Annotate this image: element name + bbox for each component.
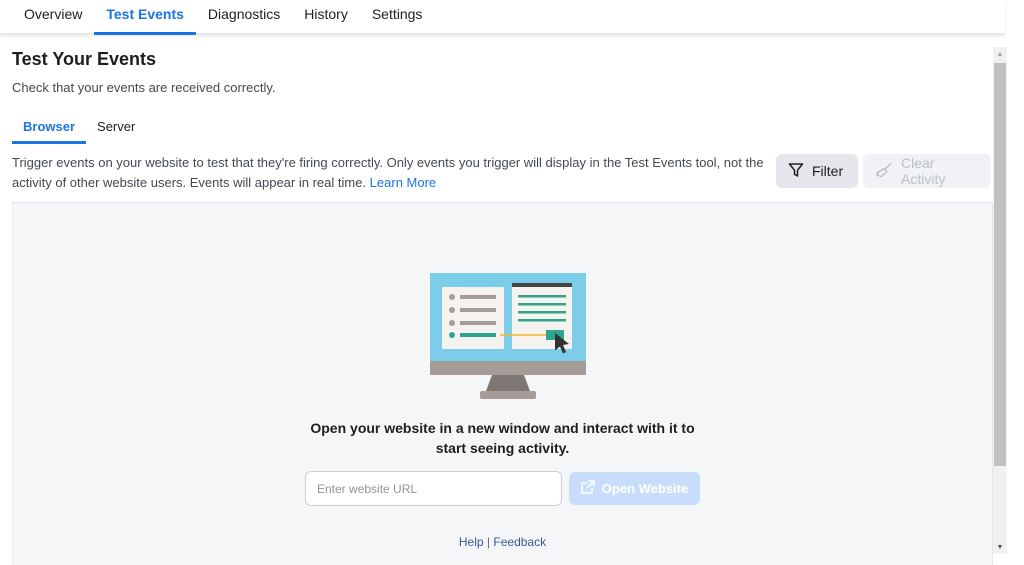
tab-test-events[interactable]: Test Events [94, 0, 196, 35]
external-link-icon [581, 480, 595, 497]
tab-browser[interactable]: Browser [12, 114, 87, 144]
description: Trigger events on your website to test t… [12, 153, 774, 193]
clear-activity-label: Clear Activity [901, 155, 946, 187]
website-url-input[interactable] [305, 471, 562, 506]
tab-server[interactable]: Server [86, 114, 146, 144]
open-website-button[interactable]: Open Website [569, 472, 700, 505]
filter-funnel-icon [788, 162, 804, 181]
footer-separator: | [486, 535, 491, 549]
filter-button[interactable]: Filter [776, 154, 858, 188]
empty-state-line-1: Open your website in a new window and in… [310, 420, 695, 436]
scroll-up-icon[interactable]: ▲ [993, 47, 1007, 61]
test-events-content: Test Your Events Check that your events … [0, 36, 993, 565]
filter-label: Filter [812, 163, 844, 179]
tab-diagnostics[interactable]: Diagnostics [196, 0, 292, 34]
empty-state-line-2: start seeing activity. [435, 440, 570, 456]
computer-illustration [430, 273, 586, 399]
page-subtitle: Check that your events are received corr… [12, 80, 276, 95]
tab-history[interactable]: History [292, 0, 360, 34]
help-link[interactable]: Help [459, 535, 484, 549]
tab-overview[interactable]: Overview [12, 0, 94, 34]
clear-activity-button[interactable]: Clear Activity [863, 154, 991, 188]
empty-state-message: Open your website in a new window and in… [13, 418, 992, 458]
top-tab-bar: Overview Test Events Diagnostics History… [0, 0, 1005, 35]
footer-links: Help | Feedback [13, 535, 992, 549]
tab-settings[interactable]: Settings [360, 0, 435, 34]
vertical-scrollbar[interactable]: ▲ ▼ [993, 47, 1007, 554]
learn-more-link[interactable]: Learn More [370, 175, 436, 190]
feedback-link[interactable]: Feedback [493, 535, 546, 549]
broom-icon [875, 162, 893, 181]
open-website-label: Open Website [601, 481, 689, 496]
page-title: Test Your Events [12, 49, 157, 69]
source-tab-bar: Browser Server [12, 114, 146, 144]
scrollbar-thumb[interactable] [994, 63, 1006, 466]
activity-panel: Open your website in a new window and in… [12, 202, 993, 565]
scroll-down-icon[interactable]: ▼ [993, 540, 1007, 554]
